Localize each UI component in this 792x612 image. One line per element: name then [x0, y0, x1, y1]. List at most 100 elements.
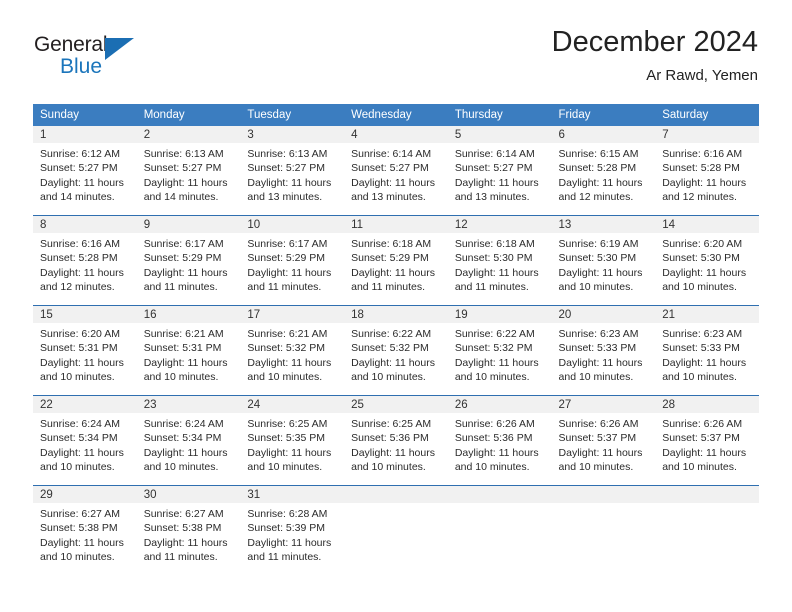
calendar-day-cell[interactable]: 12 Sunrise: 6:18 AM Sunset: 5:30 PM Dayligh… — [447, 216, 552, 306]
day-details: Sunrise: 6:22 AM Sunset: 5:32 PM Daylight:… — [448, 323, 552, 385]
calendar-day-cell[interactable]: 20 Sunrise: 6:23 AM Sunset: 5:33 PM Dayligh… — [551, 306, 656, 396]
calendar-week-row: 1 Sunrise: 6:12 AM Sunset: 5:27 PM Daylight… — [33, 126, 759, 216]
daylight-duration-line1: Daylight: 11 hours — [247, 356, 332, 369]
sunset-time: Sunset: 5:27 PM — [40, 162, 118, 175]
calendar-day-cell[interactable]: 2 Sunrise: 6:13 AM Sunset: 5:27 PM Daylight… — [136, 126, 241, 216]
triangle-flag-icon — [105, 38, 134, 60]
sunset-time: Sunset: 5:37 PM — [662, 432, 740, 445]
calendar-day-cell[interactable]: 28 Sunrise: 6:26 AM Sunset: 5:37 PM Dayligh… — [655, 396, 759, 486]
sunset-time: Sunset: 5:33 PM — [558, 342, 637, 355]
weekday-header-friday: Friday — [551, 104, 656, 126]
day-number: 26 — [447, 396, 552, 413]
daylight-duration-line2: and 10 minutes. — [40, 371, 115, 384]
calendar-day-cell[interactable]: 6 Sunrise: 6:15 AM Sunset: 5:28 PM Daylight… — [551, 126, 656, 216]
sunset-time: Sunset: 5:28 PM — [558, 162, 637, 175]
daylight-duration-line1: Daylight: 11 hours — [454, 176, 539, 189]
sunrise-time: Sunrise: 6:25 AM — [247, 418, 328, 430]
weekday-header-tuesday: Tuesday — [240, 104, 345, 126]
sunset-time: Sunset: 5:28 PM — [662, 162, 740, 175]
day-cell-inner: 3 Sunrise: 6:13 AM Sunset: 5:27 PM Daylight… — [240, 126, 345, 215]
day-number — [447, 486, 552, 503]
day-cell-inner: 26 Sunrise: 6:26 AM Sunset: 5:36 PM Dayligh… — [447, 396, 552, 485]
day-details: Sunrise: 6:27 AM Sunset: 5:38 PM Daylight:… — [33, 503, 137, 565]
day-cell-inner: 13 Sunrise: 6:19 AM Sunset: 5:30 PM Dayligh… — [551, 216, 656, 305]
general-blue-logo[interactable]: General Blue — [34, 26, 164, 82]
daylight-duration-line2: and 10 minutes. — [40, 461, 115, 474]
calendar-day-cell — [344, 486, 448, 575]
calendar-day-cell[interactable]: 10 Sunrise: 6:17 AM Sunset: 5:29 PM Dayligh… — [240, 216, 345, 306]
calendar-day-cell[interactable]: 11 Sunrise: 6:18 AM Sunset: 5:29 PM Dayligh… — [344, 216, 448, 306]
sunset-time: Sunset: 5:32 PM — [454, 342, 533, 355]
day-details: Sunrise: 6:28 AM Sunset: 5:39 PM Daylight:… — [240, 503, 344, 565]
calendar-day-cell[interactable]: 13 Sunrise: 6:19 AM Sunset: 5:30 PM Dayligh… — [551, 216, 656, 306]
calendar-day-cell[interactable]: 27 Sunrise: 6:26 AM Sunset: 5:37 PM Dayligh… — [551, 396, 656, 486]
sunrise-time: Sunrise: 6:26 AM — [558, 418, 639, 430]
sunrise-sunset-calendar-table: Sunday Monday Tuesday Wednesday Thursday… — [33, 104, 759, 575]
day-number: 8 — [33, 216, 137, 233]
calendar-day-cell[interactable]: 16 Sunrise: 6:21 AM Sunset: 5:31 PM Dayligh… — [136, 306, 241, 396]
calendar-day-cell[interactable]: 9 Sunrise: 6:17 AM Sunset: 5:29 PM Daylight… — [136, 216, 241, 306]
day-number: 14 — [655, 216, 759, 233]
weekday-header-saturday: Saturday — [655, 104, 759, 126]
calendar-day-cell[interactable]: 31 Sunrise: 6:28 AM Sunset: 5:39 PM Dayligh… — [240, 486, 345, 575]
calendar-day-cell[interactable]: 7 Sunrise: 6:16 AM Sunset: 5:28 PM Daylight… — [655, 126, 759, 216]
daylight-duration-line2: and 13 minutes. — [454, 191, 530, 204]
calendar-day-cell[interactable]: 15 Sunrise: 6:20 AM Sunset: 5:31 PM Dayligh… — [33, 306, 137, 396]
day-number: 12 — [447, 216, 552, 233]
day-details: Sunrise: 6:20 AM Sunset: 5:31 PM Daylight:… — [33, 323, 137, 385]
day-number: 7 — [655, 126, 759, 143]
daylight-duration-line1: Daylight: 11 hours — [662, 446, 747, 459]
calendar-day-cell[interactable]: 8 Sunrise: 6:16 AM Sunset: 5:28 PM Daylight… — [33, 216, 137, 306]
calendar-day-cell[interactable]: 3 Sunrise: 6:13 AM Sunset: 5:27 PM Daylight… — [240, 126, 345, 216]
day-cell-inner: 9 Sunrise: 6:17 AM Sunset: 5:29 PM Daylight… — [136, 216, 241, 305]
daylight-duration-line1: Daylight: 11 hours — [143, 446, 228, 459]
sunrise-time: Sunrise: 6:22 AM — [454, 328, 535, 340]
day-number: 30 — [136, 486, 241, 503]
sunrise-time: Sunrise: 6:15 AM — [558, 148, 639, 160]
day-number: 20 — [551, 306, 656, 323]
daylight-duration-line1: Daylight: 11 hours — [351, 266, 435, 279]
day-details: Sunrise: 6:26 AM Sunset: 5:36 PM Daylight:… — [448, 413, 552, 475]
calendar-day-cell[interactable]: 18 Sunrise: 6:22 AM Sunset: 5:32 PM Dayligh… — [344, 306, 448, 396]
calendar-day-cell[interactable]: 14 Sunrise: 6:20 AM Sunset: 5:30 PM Dayligh… — [655, 216, 759, 306]
calendar-day-cell[interactable]: 17 Sunrise: 6:21 AM Sunset: 5:32 PM Dayligh… — [240, 306, 345, 396]
day-cell-inner: 18 Sunrise: 6:22 AM Sunset: 5:32 PM Dayligh… — [344, 306, 448, 395]
day-cell-inner: 7 Sunrise: 6:16 AM Sunset: 5:28 PM Daylight… — [655, 126, 759, 215]
day-details: Sunrise: 6:15 AM Sunset: 5:28 PM Daylight:… — [552, 143, 656, 205]
calendar-day-cell[interactable]: 21 Sunrise: 6:23 AM Sunset: 5:33 PM Dayligh… — [655, 306, 759, 396]
calendar-day-cell[interactable]: 4 Sunrise: 6:14 AM Sunset: 5:27 PM Daylight… — [344, 126, 448, 216]
sunset-time: Sunset: 5:31 PM — [40, 342, 118, 355]
weekday-header-sunday: Sunday — [33, 104, 137, 126]
day-cell-inner: 31 Sunrise: 6:28 AM Sunset: 5:39 PM Dayligh… — [240, 486, 345, 575]
day-cell-inner: 16 Sunrise: 6:21 AM Sunset: 5:31 PM Dayligh… — [136, 306, 241, 395]
calendar-day-cell[interactable]: 26 Sunrise: 6:26 AM Sunset: 5:36 PM Dayligh… — [447, 396, 552, 486]
sunset-time: Sunset: 5:38 PM — [143, 522, 222, 535]
sunset-time: Sunset: 5:30 PM — [558, 252, 637, 265]
weekday-header-wednesday: Wednesday — [344, 104, 448, 126]
sunrise-time: Sunrise: 6:18 AM — [454, 238, 535, 250]
calendar-day-cell[interactable]: 23 Sunrise: 6:24 AM Sunset: 5:34 PM Dayligh… — [136, 396, 241, 486]
calendar-day-cell[interactable]: 5 Sunrise: 6:14 AM Sunset: 5:27 PM Daylight… — [447, 126, 552, 216]
calendar-day-cell[interactable]: 1 Sunrise: 6:12 AM Sunset: 5:27 PM Daylight… — [33, 126, 137, 216]
title-block: December 2024 Ar Rawd, Yemen — [552, 26, 758, 84]
day-number: 11 — [344, 216, 448, 233]
calendar-page: General Blue December 2024 Ar Rawd, Yeme… — [0, 0, 792, 612]
daylight-duration-line2: and 12 minutes. — [662, 191, 737, 204]
calendar-day-cell[interactable]: 19 Sunrise: 6:22 AM Sunset: 5:32 PM Dayligh… — [447, 306, 552, 396]
sunrise-time: Sunrise: 6:27 AM — [143, 508, 224, 520]
day-number: 6 — [551, 126, 656, 143]
day-cell-inner: 11 Sunrise: 6:18 AM Sunset: 5:29 PM Dayligh… — [344, 216, 448, 305]
calendar-day-cell[interactable]: 25 Sunrise: 6:25 AM Sunset: 5:36 PM Dayligh… — [344, 396, 448, 486]
daylight-duration-line1: Daylight: 11 hours — [40, 266, 124, 279]
calendar-day-cell[interactable]: 29 Sunrise: 6:27 AM Sunset: 5:38 PM Dayligh… — [33, 486, 137, 575]
day-cell-inner: 14 Sunrise: 6:20 AM Sunset: 5:30 PM Dayligh… — [655, 216, 759, 305]
sunset-time: Sunset: 5:28 PM — [40, 252, 118, 265]
sunrise-time: Sunrise: 6:25 AM — [351, 418, 432, 430]
day-number: 17 — [240, 306, 345, 323]
sunrise-time: Sunrise: 6:17 AM — [247, 238, 328, 250]
calendar-day-cell[interactable]: 22 Sunrise: 6:24 AM Sunset: 5:34 PM Dayligh… — [33, 396, 137, 486]
calendar-day-cell[interactable]: 30 Sunrise: 6:27 AM Sunset: 5:38 PM Dayligh… — [136, 486, 241, 575]
day-number: 9 — [136, 216, 241, 233]
daylight-duration-line1: Daylight: 11 hours — [247, 176, 332, 189]
calendar-day-cell[interactable]: 24 Sunrise: 6:25 AM Sunset: 5:35 PM Dayligh… — [240, 396, 345, 486]
